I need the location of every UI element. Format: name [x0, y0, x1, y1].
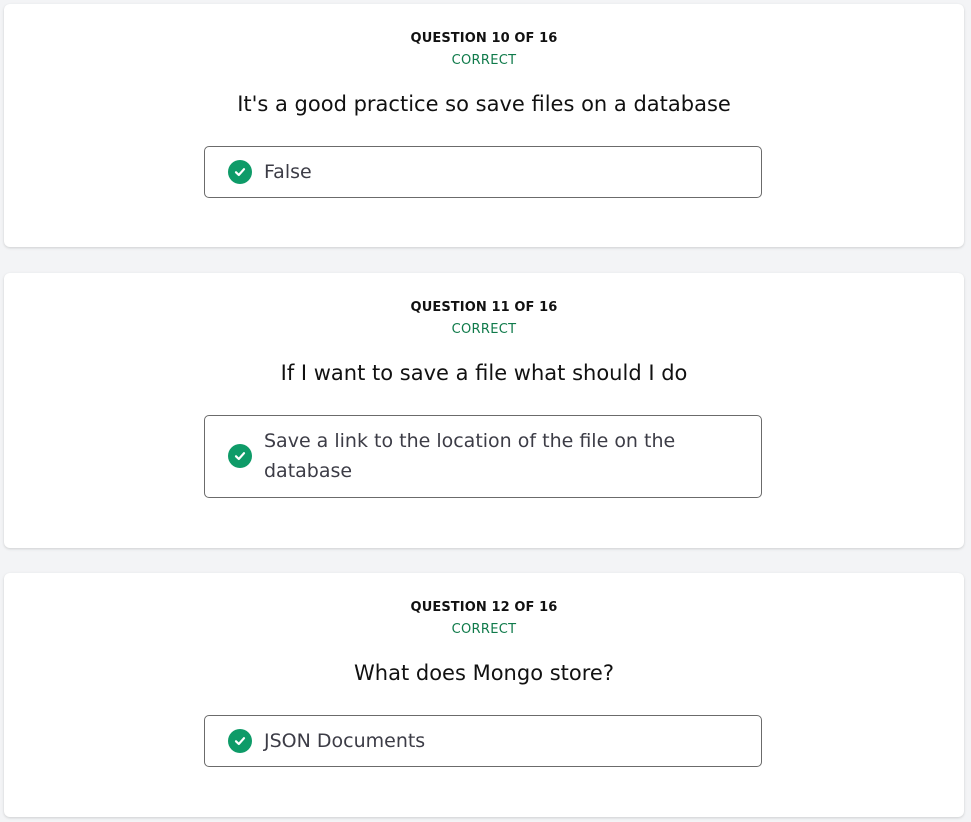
question-counter: QUESTION 11 OF 16: [410, 300, 558, 315]
question-card: QUESTION 11 OF 16 CORRECT If I want to s…: [4, 273, 964, 548]
question-text: What does Mongo store?: [354, 661, 614, 685]
question-status: CORRECT: [451, 322, 517, 337]
question-text: It's a good practice so save files on a …: [237, 92, 731, 116]
question-card: QUESTION 12 OF 16 CORRECT What does Mong…: [4, 573, 964, 817]
check-circle-icon: [228, 160, 252, 184]
answer-option[interactable]: JSON Documents: [204, 715, 762, 767]
answer-option[interactable]: False: [204, 146, 762, 198]
answer-label: Save a link to the location of the file …: [264, 430, 676, 482]
answer-label: False: [264, 161, 312, 183]
question-status: CORRECT: [451, 53, 517, 68]
check-circle-icon: [228, 729, 252, 753]
question-counter: QUESTION 10 OF 16: [410, 31, 558, 46]
answer-label: JSON Documents: [264, 730, 426, 752]
question-counter: QUESTION 12 OF 16: [410, 600, 558, 615]
check-circle-icon: [228, 444, 252, 468]
question-text: If I want to save a file what should I d…: [280, 361, 688, 385]
answer-option[interactable]: Save a link to the location of the file …: [204, 415, 762, 498]
question-card: QUESTION 10 OF 16 CORRECT It's a good pr…: [4, 4, 964, 247]
question-status: CORRECT: [451, 622, 517, 637]
